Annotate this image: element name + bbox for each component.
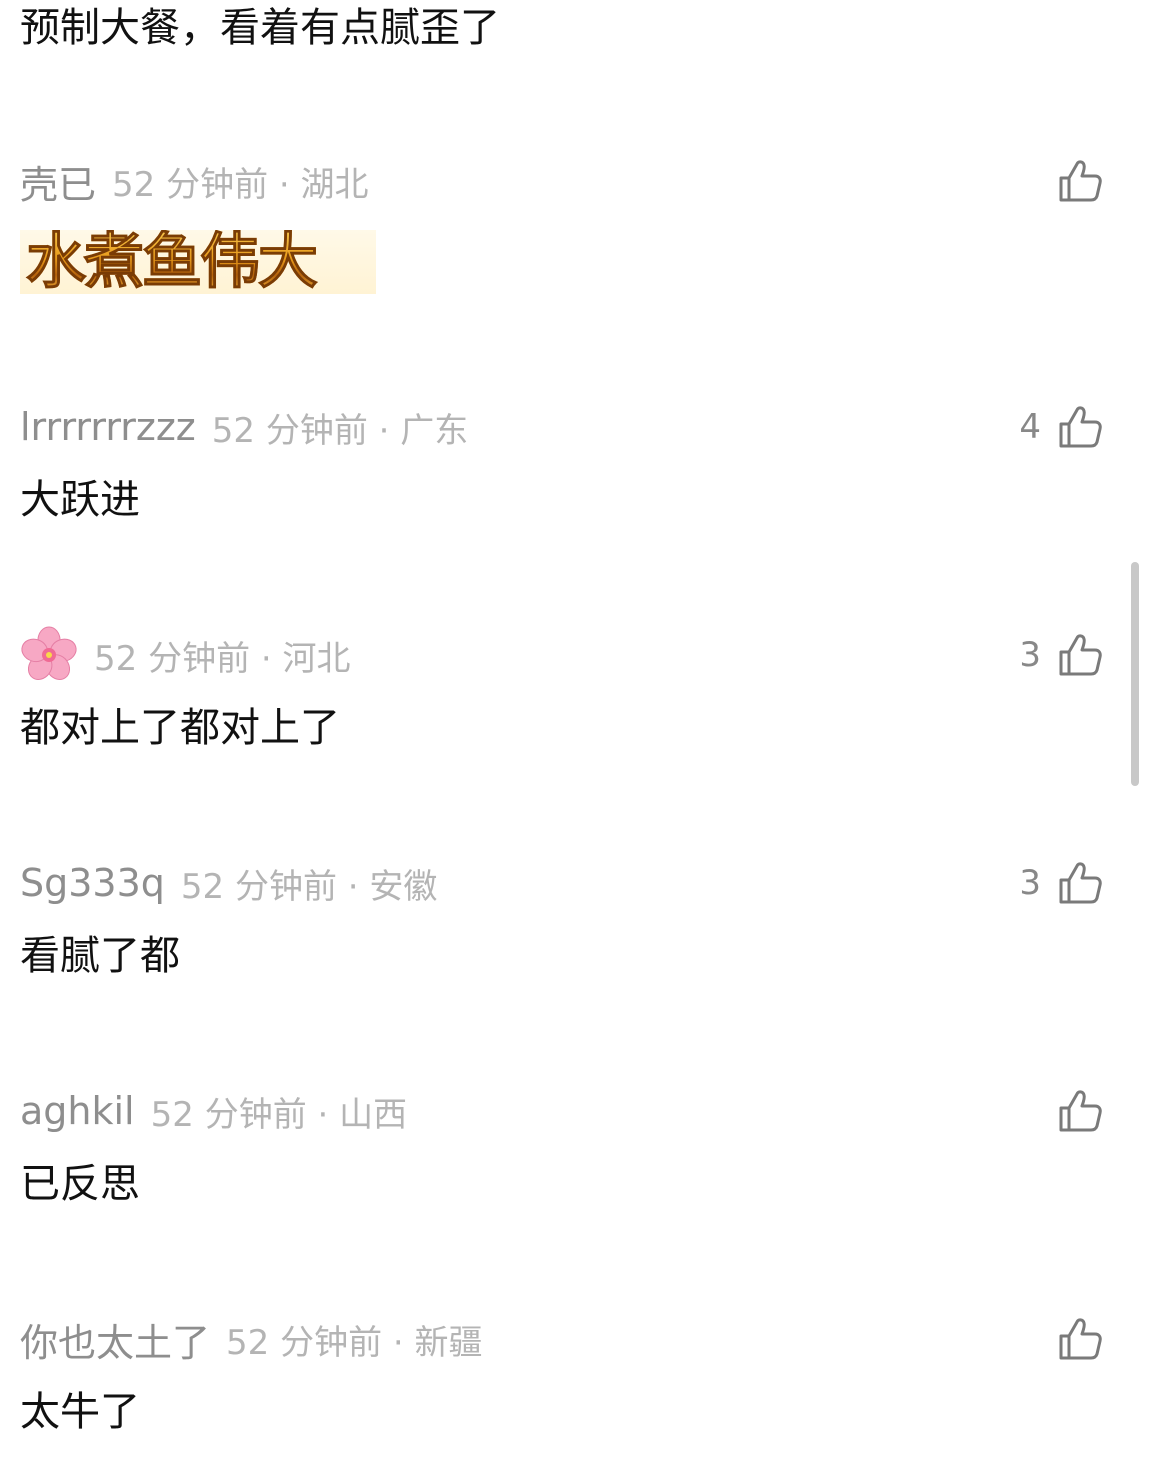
comment-meta: Sg333q 52 分钟前 · 安徽 <box>20 858 437 908</box>
comment-username[interactable]: 壳已 <box>20 154 96 209</box>
comment-time-location: 52 分钟前 · 安徽 <box>180 866 438 907</box>
comment-body: 大跃进 <box>20 477 140 523</box>
comment-body: 都对上了都对上了 <box>20 705 340 751</box>
thumbs-up-icon <box>1059 862 1102 904</box>
like-button[interactable] <box>1041 1082 1105 1140</box>
comment-body: 看腻了都 <box>20 933 180 979</box>
comment-username[interactable]: aghkil <box>20 1089 135 1133</box>
comment-time-location: 52 分钟前 · 广东 <box>211 410 469 451</box>
thumbs-up-icon <box>1059 1090 1102 1132</box>
like-count: 3 <box>1019 863 1041 903</box>
comment-meta: lrrrrrrrzzz 52 分钟前 · 广东 <box>20 402 468 452</box>
comment-meta: 壳已 52 分钟前 · 湖北 <box>20 154 369 209</box>
like-button[interactable]: 4 <box>1019 398 1105 456</box>
like-button[interactable]: 3 <box>1019 854 1105 912</box>
comment-time-location: 52 分钟前 · 湖北 <box>112 164 369 205</box>
like-count: 3 <box>1019 635 1041 675</box>
comment-time-location: 52 分钟前 · 山西 <box>150 1094 408 1135</box>
like-button[interactable] <box>1041 152 1105 210</box>
previous-comment-text: 预制大餐，看着有点腻歪了 <box>20 5 500 51</box>
like-button[interactable] <box>1041 1310 1105 1368</box>
comment-meta: 你也太土了 52 分钟前 · 新疆 <box>20 1312 483 1367</box>
thumbs-up-icon <box>1059 1318 1102 1360</box>
comment-username[interactable]: Sg333q <box>20 861 165 905</box>
comment-meta: aghkil 52 分钟前 · 山西 <box>20 1086 407 1136</box>
sticker-text: 水煮鱼伟大 <box>20 230 319 294</box>
scrollbar[interactable] <box>1131 562 1139 786</box>
like-count: 4 <box>1019 407 1041 447</box>
comment-body: 太牛了 <box>20 1389 140 1435</box>
thumbs-up-icon <box>1059 160 1102 202</box>
comment-body: 已反思 <box>20 1161 140 1207</box>
comment-time-location: 52 分钟前 · 新疆 <box>226 1322 483 1363</box>
comment-username[interactable]: lrrrrrrrzzz <box>20 405 196 449</box>
comment-sticker-image[interactable]: 水煮鱼伟大 <box>20 230 376 294</box>
cherry-blossom-icon[interactable] <box>20 626 78 684</box>
thumbs-up-icon <box>1059 406 1102 448</box>
thumbs-up-icon <box>1059 634 1102 676</box>
like-button[interactable]: 3 <box>1019 626 1105 684</box>
comment-username[interactable]: 你也太土了 <box>20 1312 210 1367</box>
comment-time-location: 52 分钟前 · 河北 <box>94 638 351 679</box>
comment-meta: 52 分钟前 · 河北 <box>20 626 351 680</box>
